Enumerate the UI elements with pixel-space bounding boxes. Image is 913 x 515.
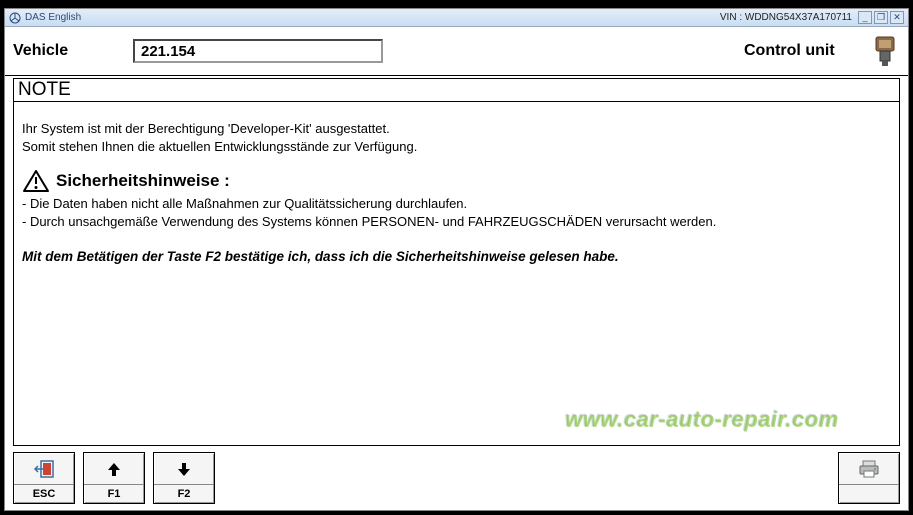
arrow-down-icon [175,457,193,481]
f1-label: F1 [84,484,144,500]
f2-button[interactable]: F2 [153,452,215,504]
print-button[interactable] [838,452,900,504]
content-area: Ihr System ist mit der Berechtigung 'Dev… [13,102,900,446]
print-label [839,484,899,500]
note-heading: NOTE [13,78,900,102]
titlebar: DAS English VIN : WDDNG54X37A170711 _ ❐ … [5,9,908,27]
f2-label: F2 [154,484,214,500]
control-unit-icon [870,33,900,69]
close-button[interactable]: ✕ [890,11,904,24]
warning-icon [22,169,50,193]
safety-bullet-2: - Durch unsachgemäße Verwendung des Syst… [22,213,891,231]
restore-button[interactable]: ❐ [874,11,888,24]
info-header: Vehicle 221.154 Control unit [5,27,908,76]
safety-heading: Sicherheitshinweise : [56,170,230,193]
confirm-instruction: Mit dem Betätigen der Taste F2 bestätige… [22,248,891,266]
intro-line-2: Somit stehen Ihnen die aktuellen Entwick… [22,138,891,156]
exit-icon [33,457,55,481]
vin-label: VIN : WDDNG54X37A170711 [720,12,852,23]
function-key-row: ESC F1 F2 [5,446,908,510]
vehicle-label: Vehicle [13,42,123,60]
arrow-up-icon [105,457,123,481]
watermark: www.car-auto-repair.com [565,405,839,435]
control-unit-label: Control unit [744,42,854,60]
app-window: DAS English VIN : WDDNG54X37A170711 _ ❐ … [4,8,909,511]
app-title: DAS English [25,12,81,23]
minimize-button[interactable]: _ [858,11,872,24]
safety-bullet-1: - Die Daten haben nicht alle Maßnahmen z… [22,195,891,213]
f1-button[interactable]: F1 [83,452,145,504]
vehicle-value-box: 221.154 [133,39,383,63]
esc-button[interactable]: ESC [13,452,75,504]
intro-line-1: Ihr System ist mit der Berechtigung 'Dev… [22,120,891,138]
esc-label: ESC [14,484,74,500]
app-icon [9,12,21,24]
printer-icon [857,457,881,481]
